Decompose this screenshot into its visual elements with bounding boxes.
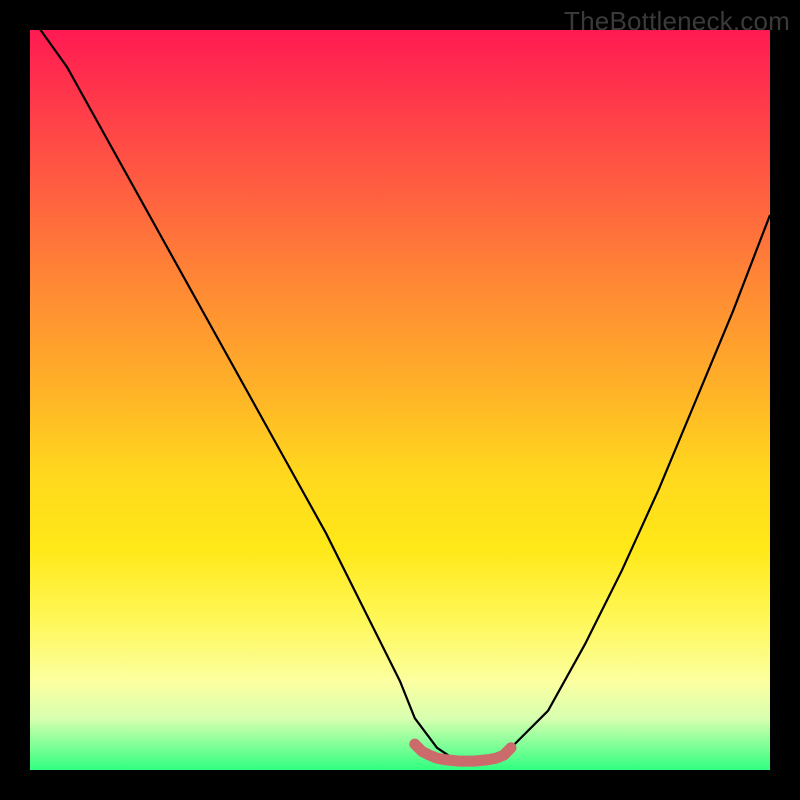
chart-svg [30, 30, 770, 770]
plot-gradient-background [30, 30, 770, 770]
watermark-text: TheBottleneck.com [564, 6, 790, 37]
chart-frame: TheBottleneck.com [0, 0, 800, 800]
optimal-range-marker [415, 744, 511, 761]
bottleneck-curve [30, 30, 770, 763]
